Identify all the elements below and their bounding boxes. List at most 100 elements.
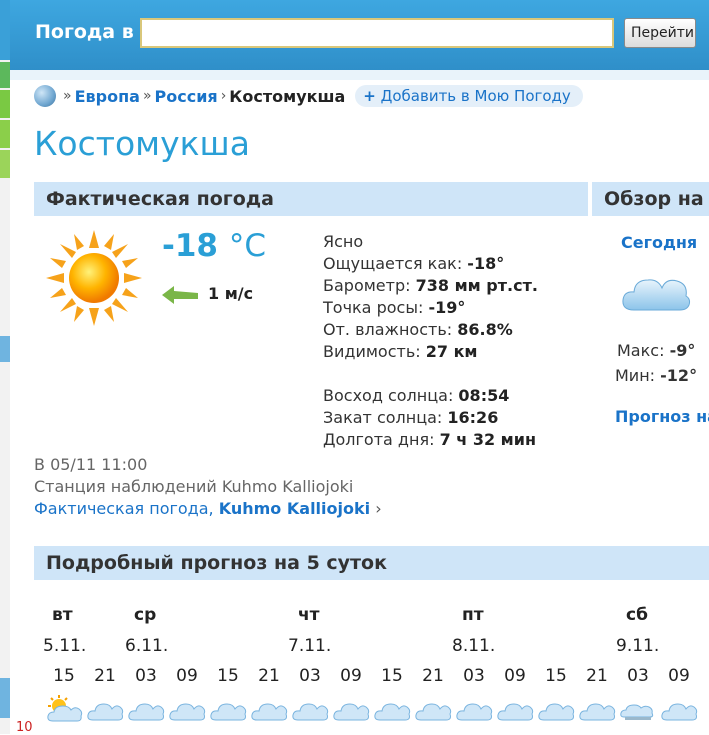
cloudy-icon: [374, 703, 411, 721]
page-title: Костомукша: [34, 124, 250, 163]
today-min: Мин: -12°: [615, 366, 697, 385]
today-link[interactable]: Сегодня: [621, 233, 697, 252]
partly-cloudy-icon: [620, 704, 654, 720]
breadcrumb-russia[interactable]: Россия: [155, 87, 218, 106]
search-input[interactable]: [140, 18, 614, 48]
forecast-hour: 21: [258, 666, 280, 686]
left-strip-top: [0, 0, 10, 60]
wind-speed: 1 м/с: [208, 284, 254, 303]
day-name: пт: [462, 605, 484, 625]
visibility-row: Видимость: 27 км: [323, 341, 538, 363]
forecast-hour: 15: [545, 666, 567, 686]
cloudy-icon: [456, 703, 493, 721]
partly-cloudy-icon: [47, 695, 83, 722]
actual-weather-link-station: Kuhmo Kalliojoki: [218, 499, 371, 518]
max-value: -9°: [669, 341, 696, 360]
breadcrumb-separator-icon: »: [142, 88, 152, 104]
visibility-value: 27 км: [425, 342, 478, 361]
forecast-hour: 09: [668, 666, 690, 686]
add-to-my-weather-label: Добавить в Мою Погоду: [380, 87, 571, 105]
day-name: сб: [626, 605, 648, 625]
forecast-hour: 15: [217, 666, 239, 686]
feels-like-row: Ощущается как: -18°: [323, 253, 538, 275]
globe-icon: [34, 85, 56, 107]
max-label: Макс:: [617, 341, 665, 360]
cloudy-icon: [661, 703, 698, 721]
chevron-right-icon: ›: [375, 499, 382, 518]
plus-icon: +: [363, 87, 376, 105]
forecast-link[interactable]: Прогноз на: [615, 407, 709, 426]
pressure-row: Барометр: 738 мм рт.ст.: [323, 275, 538, 297]
cloudy-icon: [497, 703, 534, 721]
forecast-hour: 03: [299, 666, 321, 686]
dew-row: Точка росы: -19°: [323, 297, 538, 319]
left-strip-green-1: [0, 62, 10, 88]
header-bottom-strip: [10, 70, 709, 80]
forecast-hour: 03: [135, 666, 157, 686]
breadcrumb-separator-icon: ›: [220, 88, 227, 104]
cloudy-icon: [292, 703, 329, 721]
cloudy-icon: [333, 703, 370, 721]
daylength-value: 7 ч 32 мин: [439, 430, 536, 449]
today-max: Макс: -9°: [617, 341, 695, 360]
cloudy-icon: [210, 703, 247, 721]
sunrise-value: 08:54: [458, 386, 510, 405]
day-name: ср: [134, 605, 157, 625]
feels-like-label: Ощущается как:: [323, 254, 463, 273]
forecast-hour: 21: [94, 666, 116, 686]
forecast-hour: 09: [176, 666, 198, 686]
day-date: 7.11.: [288, 636, 332, 656]
day-date: 5.11.: [43, 636, 87, 656]
current-temperature: -18 °C: [162, 228, 266, 264]
cloudy-icon: [579, 703, 616, 721]
daylength-row: Долгота дня: 7 ч 32 мин: [323, 429, 538, 451]
actual-weather-heading: Фактическая погода: [34, 182, 588, 216]
breadcrumb-europe[interactable]: Европа: [75, 87, 140, 106]
day-date: 9.11.: [616, 636, 660, 656]
sunny-icon: [46, 230, 142, 326]
forecast-hour: 21: [422, 666, 444, 686]
forecast-hour: 03: [627, 666, 649, 686]
humidity-value: 86.8%: [457, 320, 513, 339]
weather-details: Ясно Ощущается как: -18° Барометр: 738 м…: [323, 231, 538, 451]
forecast-hour: 09: [340, 666, 362, 686]
forecast-hour: 09: [504, 666, 526, 686]
pressure-value: 738 мм рт.ст.: [415, 276, 538, 295]
visibility-label: Видимость:: [323, 342, 421, 361]
cloudy-icon: [169, 703, 206, 721]
min-value: -12°: [660, 366, 698, 385]
temperature-unit: °C: [228, 228, 266, 264]
pressure-label: Барометр:: [323, 276, 411, 295]
day-name: чт: [298, 605, 320, 625]
left-strip-green-2: [0, 90, 10, 118]
breadcrumb-current: Костомукша: [229, 86, 346, 106]
observation-time: В 05/11 11:00: [34, 455, 148, 474]
wind-direction-icon: [162, 286, 198, 304]
cloudy-icon: [415, 703, 452, 721]
five-day-forecast-heading: Подробный прогноз на 5 суток: [34, 546, 709, 580]
temperature-value: -18: [162, 228, 219, 264]
add-to-my-weather-button[interactable]: + Добавить в Мою Погоду: [355, 85, 583, 107]
left-strip-blue: [0, 336, 10, 362]
actual-weather-link[interactable]: Фактическая погода, Kuhmo Kalliojoki ›: [34, 499, 382, 518]
left-strip-blue-2: [0, 678, 10, 718]
header-label: Погода в: [35, 21, 134, 43]
go-button[interactable]: Перейти: [624, 18, 696, 48]
min-label: Мин:: [615, 366, 656, 385]
sunset-row: Закат солнца: 16:26: [323, 407, 538, 429]
day-name: вт: [52, 605, 73, 625]
cloudy-icon: [87, 703, 124, 721]
daylength-label: Долгота дня:: [323, 430, 435, 449]
corner-number: 10: [16, 720, 33, 735]
breadcrumb-separator-icon: »: [63, 88, 72, 104]
details-spacer: [323, 363, 538, 385]
dew-value: -19°: [428, 298, 466, 317]
condition: Ясно: [323, 232, 364, 251]
cloudy-icon: [538, 703, 575, 721]
overview-heading: Обзор на 3: [592, 182, 709, 216]
left-strip-green-3: [0, 120, 10, 148]
day-date: 6.11.: [125, 636, 169, 656]
dew-label: Точка росы:: [323, 298, 424, 317]
cloudy-icon: [128, 703, 165, 721]
sunrise-row: Восход солнца: 08:54: [323, 385, 538, 407]
